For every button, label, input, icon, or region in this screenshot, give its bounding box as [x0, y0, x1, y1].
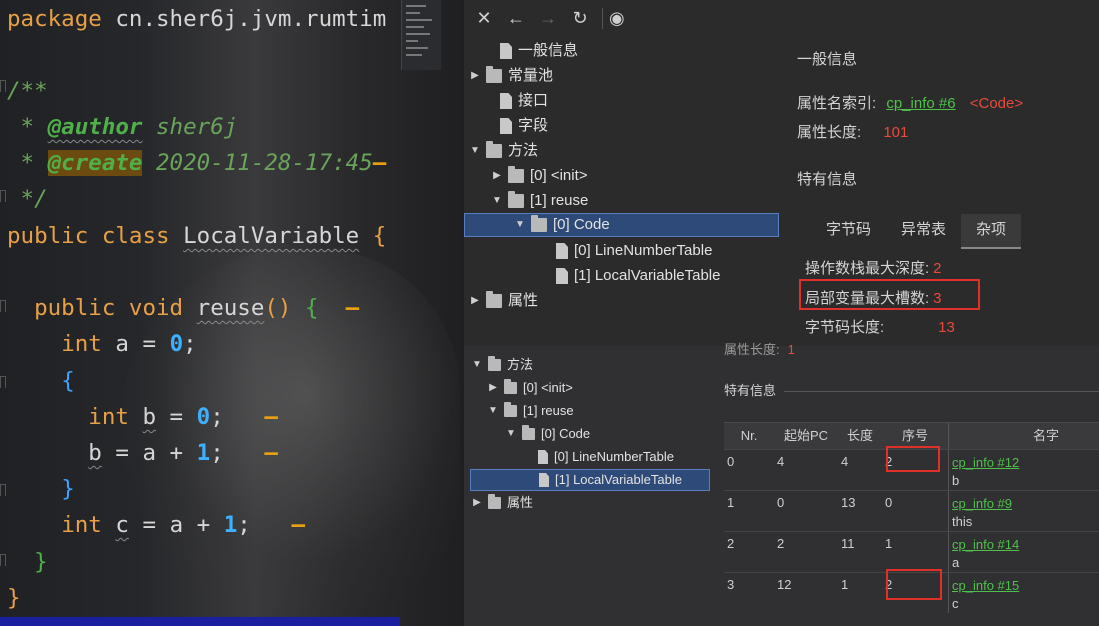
- fold-icon[interactable]: [0, 190, 6, 202]
- attr-name-row: 属性名索引: cp_info #6 <Code>: [797, 95, 1024, 112]
- class-viewer-panel: ✕ ← → ↻ ◉ 一般信息 ▶ 常量池 接口 字段 ▼ 方法 ▶ [0] <init…: [464, 0, 1099, 626]
- tree-item-reuse[interactable]: ▼ [1] reuse: [490, 189, 588, 213]
- tree-item-line-number-table[interactable]: [0] LineNumberTable: [552, 239, 712, 263]
- folder-icon: [504, 379, 517, 394]
- expand-arrow-icon[interactable]: ▶: [468, 64, 482, 88]
- code-line-class[interactable]: public class LocalVariable {: [7, 219, 386, 253]
- inset-tree-attributes[interactable]: ▶ 属性: [470, 492, 533, 514]
- minimap[interactable]: [401, 0, 441, 70]
- tab-bytecode[interactable]: 字节码: [811, 214, 886, 249]
- collapse-arrow-icon[interactable]: ▼: [468, 139, 482, 163]
- file-icon: [500, 118, 512, 134]
- folder-icon: [522, 425, 535, 440]
- globe-icon[interactable]: ◉: [602, 7, 625, 29]
- code-line-block-close[interactable]: }: [7, 472, 75, 506]
- tab-misc[interactable]: 杂项: [961, 214, 1022, 249]
- cp-info-link[interactable]: cp_info #14: [952, 536, 1096, 554]
- refresh-icon[interactable]: ↻: [570, 8, 590, 29]
- tree-item-local-variable-table[interactable]: [1] LocalVariableTable: [552, 264, 720, 288]
- cp-info-link[interactable]: cp_info #9: [952, 495, 1096, 513]
- folder-icon: [486, 291, 502, 308]
- expand-arrow-icon[interactable]: ▶: [490, 164, 504, 188]
- attr-length-row: 属性长度: 101: [797, 124, 909, 141]
- tree-item-constant-pool[interactable]: ▶ 常量池: [468, 64, 553, 88]
- code-line-comment-open[interactable]: /**: [7, 74, 48, 108]
- code-line-int-c[interactable]: int c = a + 1; —: [7, 508, 305, 542]
- folder-icon: [486, 141, 502, 158]
- table-row[interactable]: 1 0 13 0 cp_info #9 this: [724, 490, 1099, 531]
- highlight-box: [799, 279, 980, 310]
- general-info-title: 一般信息: [797, 51, 858, 68]
- fold-icon[interactable]: [0, 300, 6, 312]
- folder-icon: [508, 191, 524, 208]
- inset-tree-init[interactable]: ▶ [0] <init>: [486, 377, 573, 399]
- cp-info-link[interactable]: cp_info #15: [952, 577, 1096, 595]
- toolbar: ✕ ← → ↻ ◉: [464, 0, 664, 36]
- partial-attr-length: 属性长度: 1: [724, 342, 795, 357]
- code-line-class-close[interactable]: }: [7, 581, 21, 615]
- folder-icon: [508, 166, 524, 183]
- code-line-method-close[interactable]: }: [7, 545, 48, 579]
- specific-info-title: 特有信息: [797, 171, 858, 188]
- code-line-package[interactable]: package cn.sher6j.jvm.rumtim: [7, 2, 386, 36]
- code-line-method[interactable]: public void reuse() { —: [7, 291, 359, 325]
- table-row[interactable]: 2 2 11 1 cp_info #14 a: [724, 531, 1099, 572]
- folder-icon: [488, 494, 501, 509]
- inset-specific-title: 特有信息: [724, 380, 1099, 399]
- folder-icon: [488, 356, 501, 371]
- code-line-author[interactable]: * @author sher6j: [7, 110, 238, 144]
- fold-icon[interactable]: [0, 554, 6, 566]
- expand-arrow-icon[interactable]: ▶: [468, 289, 482, 313]
- tree-item-fields[interactable]: 字段: [482, 114, 548, 138]
- code-line-block-open[interactable]: {: [7, 364, 75, 398]
- folder-icon: [486, 66, 502, 83]
- folder-icon: [504, 402, 517, 417]
- code-line-create[interactable]: * @create 2020-11-28-17:45—: [7, 146, 386, 180]
- code-length-row: 字节码长度: 13: [805, 319, 955, 336]
- tree-item-code[interactable]: ▼ [0] Code: [464, 213, 779, 237]
- inset-tree-methods[interactable]: ▼ 方法: [470, 354, 533, 376]
- inset-tree-local-variable-table[interactable]: [1] LocalVariableTable: [470, 469, 710, 491]
- file-icon: [539, 473, 549, 487]
- inset-tree-line-number-table[interactable]: [0] LineNumberTable: [534, 446, 674, 468]
- fold-icon[interactable]: [0, 80, 6, 92]
- detail-tabs: 字节码 异常表 杂项: [811, 214, 1022, 249]
- file-icon: [500, 93, 512, 109]
- tab-exception-table[interactable]: 异常表: [886, 214, 961, 249]
- fold-icon[interactable]: [0, 484, 6, 496]
- highlight-box: [886, 569, 942, 600]
- file-icon: [538, 450, 548, 464]
- code-line-comment-close[interactable]: */: [7, 182, 48, 216]
- file-icon: [556, 243, 568, 259]
- file-icon: [500, 43, 512, 59]
- back-arrow-icon[interactable]: ←: [506, 8, 526, 29]
- code-editor[interactable]: package cn.sher6j.jvm.rumtim /** * @auth…: [0, 0, 464, 626]
- tree-item-interfaces[interactable]: 接口: [482, 89, 548, 113]
- code-line-int-b[interactable]: int b = 0; —: [7, 400, 278, 434]
- cp-info-link[interactable]: cp_info #12: [952, 454, 1096, 472]
- horizontal-scrollbar[interactable]: [0, 617, 400, 626]
- fold-icon[interactable]: [0, 376, 6, 388]
- collapse-arrow-icon[interactable]: ▼: [513, 213, 527, 237]
- inset-tree-reuse[interactable]: ▼ [1] reuse: [486, 400, 574, 422]
- folder-icon: [531, 215, 547, 232]
- tree-item-general[interactable]: 一般信息: [482, 39, 578, 63]
- highlight-box: [886, 446, 940, 472]
- file-icon: [556, 268, 568, 284]
- max-stack-row: 操作数栈最大深度: 2: [805, 260, 942, 277]
- cp-info-link[interactable]: cp_info #6: [886, 95, 955, 112]
- tree-item-attributes[interactable]: ▶ 属性: [468, 289, 538, 313]
- tree-item-methods[interactable]: ▼ 方法: [468, 139, 538, 163]
- inset-tree-code[interactable]: ▼ [0] Code: [504, 423, 590, 445]
- code-line-b-assign[interactable]: b = a + 1; —: [7, 436, 278, 470]
- collapse-arrow-icon[interactable]: ▼: [490, 189, 504, 213]
- forward-arrow-icon[interactable]: →: [538, 8, 558, 29]
- close-icon[interactable]: ✕: [474, 8, 494, 29]
- code-line-int-a[interactable]: int a = 0;: [7, 327, 196, 361]
- tree-item-init[interactable]: ▶ [0] <init>: [490, 164, 588, 188]
